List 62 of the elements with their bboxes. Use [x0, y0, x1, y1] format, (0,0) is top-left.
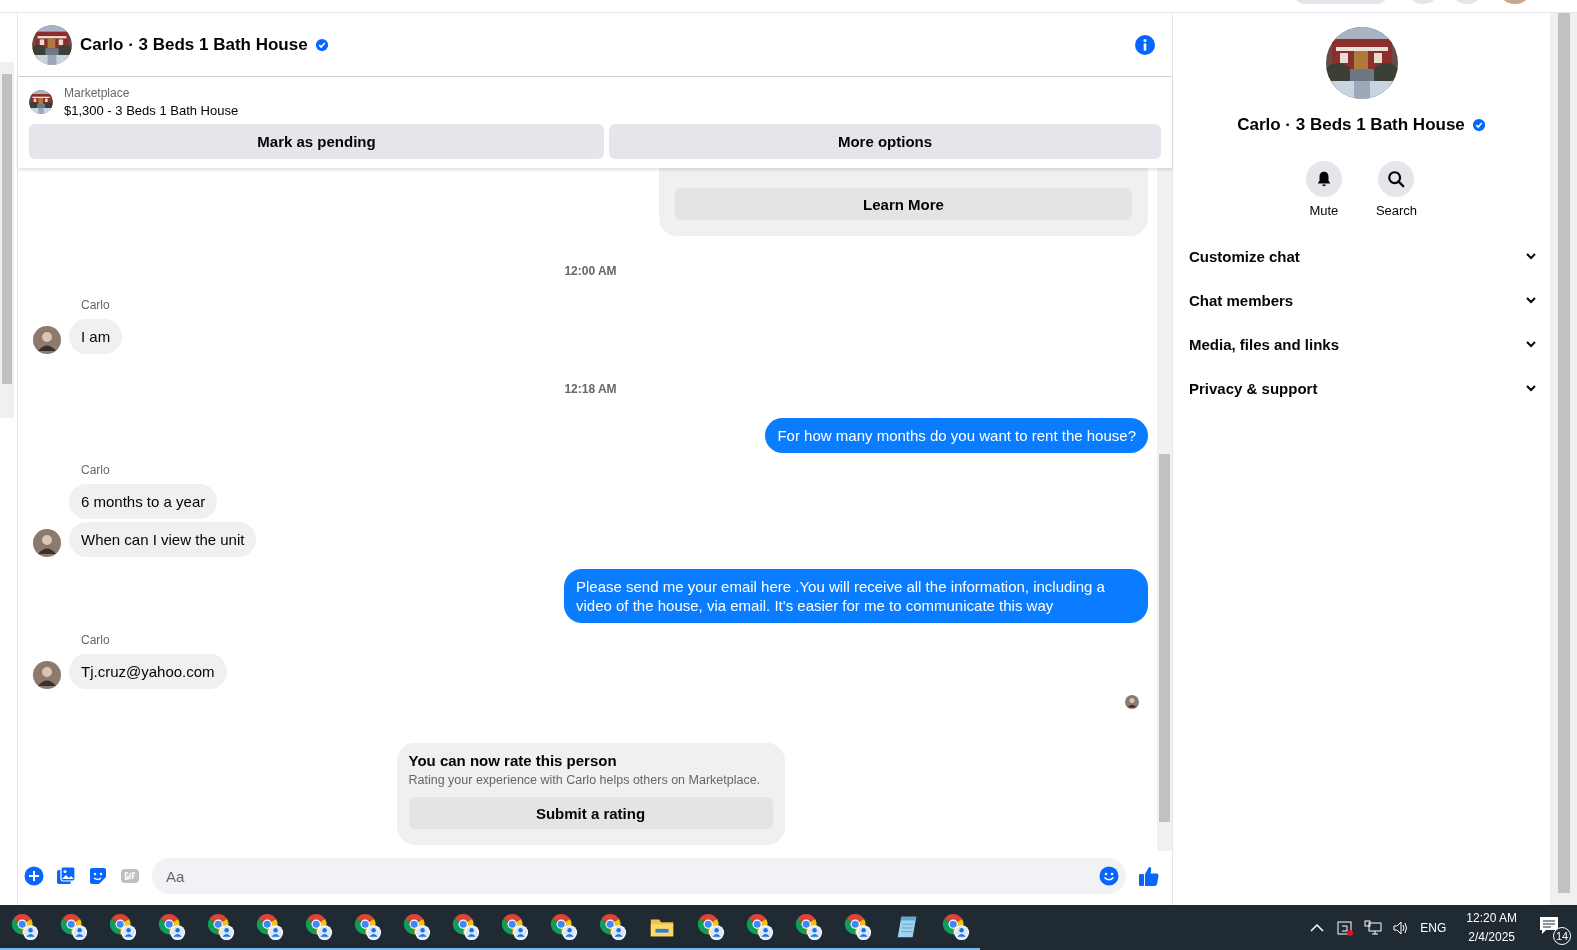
sender-name: Carlo	[81, 463, 111, 477]
browser-icon[interactable]	[745, 912, 774, 941]
section-header[interactable]: Privacy & support	[1189, 366, 1538, 410]
submit-rating-button[interactable]: Submit a rating	[408, 797, 773, 829]
emoji-icon[interactable]	[1099, 866, 1119, 886]
message-bubble: Please send me your email here .You will receive all the information, including a video of the house, via email. It's easier for me to communicate this way	[564, 569, 1148, 623]
sender-name: Carlo	[81, 633, 111, 647]
listing-source: Marketplace	[64, 86, 131, 100]
avatar-icon	[33, 326, 61, 354]
seen-avatar-icon	[1125, 695, 1139, 709]
browser-icon[interactable]	[843, 912, 872, 941]
section-header[interactable]: Customize chat	[1189, 234, 1538, 278]
browser-icon[interactable]	[108, 912, 137, 941]
avatar-icon	[33, 661, 61, 689]
plus-icon[interactable]	[24, 866, 44, 886]
timestamp: 12:18 AM	[564, 382, 617, 396]
listing-action-button[interactable]: Mark as pending	[29, 124, 604, 159]
browser-icon[interactable]	[451, 912, 480, 941]
browser-icon[interactable]	[794, 912, 823, 941]
message-bubble: Tj.cruz@yahoo.com	[69, 654, 227, 689]
listing-action-button[interactable]: More options	[609, 124, 1161, 159]
network-icon[interactable]	[1364, 918, 1383, 937]
browser-icon[interactable]	[206, 912, 235, 941]
sticker-icon[interactable]	[88, 866, 108, 886]
browser-icon[interactable]	[353, 912, 382, 941]
scrollbar[interactable]	[0, 62, 14, 418]
clock[interactable]: 12:20 AM 2/4/2025	[1466, 908, 1517, 947]
scrollbar[interactable]	[1157, 168, 1172, 851]
browser-icon[interactable]	[10, 912, 39, 941]
avatar-icon	[33, 529, 61, 557]
rating-text: Rating your experience with Carlo helps others on Marketplace.	[408, 773, 762, 787]
message-bubble: 6 months to a year	[69, 484, 218, 519]
message-bubble: I am	[69, 319, 123, 354]
browser-icon[interactable]	[304, 912, 333, 941]
listing-title[interactable]: $1,300 - 3 Beds 1 Bath House	[64, 103, 239, 118]
search-icon	[1387, 170, 1406, 188]
browser-icon[interactable]	[500, 912, 529, 941]
scrollbar[interactable]	[1550, 13, 1577, 905]
sender-name: Carlo	[81, 298, 111, 312]
chat-title: Carlo · 3 Beds 1 Bath House	[80, 34, 308, 55]
section-header[interactable]: Media, files and links	[1189, 322, 1538, 366]
sync-icon[interactable]	[1336, 918, 1355, 937]
photo-icon[interactable]	[56, 866, 76, 886]
section-header[interactable]: Chat members	[1189, 278, 1538, 322]
message-field[interactable]: Aa	[152, 858, 1126, 894]
contact-name: Carlo · 3 Beds 1 Bath House	[1237, 115, 1465, 135]
browser-icon[interactable]	[598, 912, 627, 941]
browser-icon[interactable]	[549, 912, 578, 941]
browser-icon[interactable]	[255, 912, 284, 941]
browser-icon[interactable]	[696, 912, 725, 941]
language-indicator[interactable]: ENG	[1420, 920, 1447, 935]
browser-icon[interactable]	[59, 912, 88, 941]
message-bubble: When can I view the unit	[69, 522, 257, 557]
browser-icon[interactable]	[157, 912, 186, 941]
info-icon[interactable]	[1134, 33, 1156, 56]
message-bubble: For how many months do you want to rent the house?	[765, 418, 1148, 453]
learn-more-button[interactable]: Learn More	[675, 188, 1132, 220]
browser-icon[interactable]	[402, 912, 431, 941]
rating-title: You can now rate this person	[408, 752, 618, 769]
browser-icon[interactable]	[941, 912, 970, 941]
thumbs-up-icon[interactable]	[1138, 865, 1160, 887]
timestamp: 12:00 AM	[564, 264, 617, 278]
